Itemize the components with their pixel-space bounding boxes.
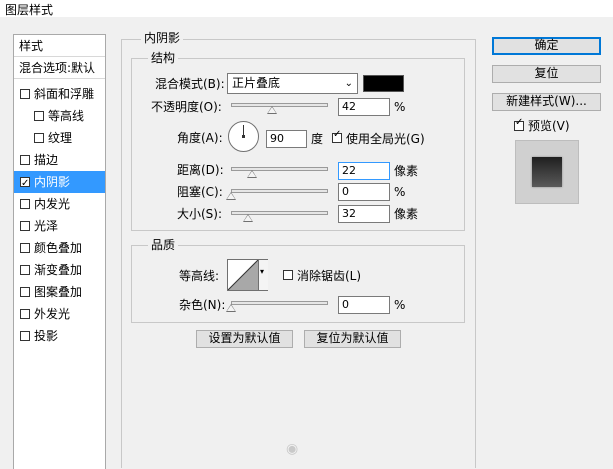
noise-slider[interactable] — [231, 301, 328, 305]
style-item-label: 斜面和浮雕 — [34, 87, 95, 101]
opacity-slider-thumb[interactable] — [266, 106, 277, 114]
ok-button[interactable]: 确定 — [492, 37, 601, 55]
blend-mode-label: 混合模式(B): — [155, 77, 225, 91]
size-slider-thumb[interactable] — [243, 214, 254, 222]
style-list-header[interactable]: 样式 — [14, 35, 105, 57]
size-input[interactable]: 32 — [338, 205, 390, 223]
style-item-label: 等高线 — [48, 109, 85, 123]
style-item-label: 投影 — [34, 329, 59, 343]
style-item-label: 纹理 — [48, 131, 73, 145]
preview-label: 预览(V) — [528, 119, 570, 133]
style-list-item[interactable]: 外发光 — [14, 303, 105, 325]
preview-checkbox[interactable] — [514, 117, 524, 131]
opacity-slider[interactable] — [231, 103, 328, 107]
style-list-item[interactable]: 描边 — [14, 149, 105, 171]
noise-label: 杂色(N): — [179, 298, 226, 312]
style-item-checkbox[interactable] — [34, 133, 44, 143]
angle-unit: 度 — [311, 132, 324, 146]
style-list-item[interactable]: 内阴影 — [14, 171, 105, 195]
angle-input[interactable]: 90 — [266, 130, 307, 148]
blend-options-item[interactable]: 混合选项:默认 — [14, 57, 105, 79]
style-item-checkbox[interactable] — [20, 155, 30, 165]
reset-default-button[interactable]: 复位为默认值 — [304, 330, 401, 348]
preview-swatch — [532, 157, 562, 187]
angle-label: 角度(A): — [177, 131, 223, 145]
style-item-label: 光泽 — [34, 219, 59, 233]
style-list-item[interactable]: 纹理 — [14, 127, 105, 149]
structure-title: 结构 — [148, 51, 179, 65]
opacity-input[interactable]: 42 — [338, 98, 390, 116]
window-title: 图层样式 — [5, 3, 54, 17]
style-item-label: 颜色叠加 — [34, 241, 83, 255]
contour-picker[interactable]: ▾ — [227, 259, 268, 291]
noise-slider-thumb[interactable] — [226, 304, 236, 312]
choke-slider-thumb[interactable] — [226, 192, 236, 200]
style-item-checkbox[interactable] — [20, 331, 30, 341]
title-bar: 图层样式 — [0, 0, 613, 17]
contour-dropdown[interactable]: ▾ — [258, 260, 268, 290]
chevron-down-icon: ▾ — [260, 267, 265, 276]
style-list-item[interactable]: 渐变叠加 — [14, 259, 105, 281]
angle-dial[interactable] — [228, 121, 259, 152]
choke-slider[interactable] — [231, 189, 328, 193]
style-item-label: 内阴影 — [34, 175, 71, 189]
style-item-label: 内发光 — [34, 197, 71, 211]
chevron-down-icon: ⌄ — [344, 78, 353, 89]
style-item-label: 渐变叠加 — [34, 263, 83, 277]
distance-slider[interactable] — [231, 167, 328, 171]
choke-unit: % — [394, 185, 406, 199]
distance-label: 距离(D): — [177, 163, 224, 177]
shadow-color-swatch[interactable] — [363, 75, 404, 92]
blend-mode-value: 正片叠底 — [232, 76, 281, 90]
distance-slider-thumb[interactable] — [247, 170, 258, 178]
style-list-item[interactable]: 等高线 — [14, 105, 105, 127]
new-style-button[interactable]: 新建样式(W)... — [492, 93, 601, 111]
choke-label: 阻塞(C): — [177, 185, 223, 199]
style-list-item[interactable]: 内发光 — [14, 193, 105, 215]
style-item-checkbox[interactable] — [20, 265, 30, 275]
size-label: 大小(S): — [177, 207, 223, 221]
reset-button[interactable]: 复位 — [492, 65, 601, 83]
style-list-item[interactable]: 投影 — [14, 325, 105, 347]
opacity-label: 不透明度(O): — [151, 100, 222, 114]
watermark-icon: ◉ — [286, 441, 299, 457]
style-list-item[interactable]: 斜面和浮雕 — [14, 83, 105, 105]
style-list-item[interactable]: 颜色叠加 — [14, 237, 105, 259]
antialias-label: 消除锯齿(L) — [297, 269, 362, 283]
style-item-checkbox[interactable] — [20, 243, 30, 253]
choke-input[interactable]: 0 — [338, 183, 390, 201]
style-preview — [515, 140, 579, 204]
style-item-label: 图案叠加 — [34, 285, 83, 299]
style-item-checkbox[interactable] — [34, 111, 44, 121]
inner-shadow-title: 内阴影 — [141, 31, 184, 45]
size-unit: 像素 — [394, 207, 419, 221]
global-light-label: 使用全局光(G) — [346, 132, 425, 146]
style-item-label: 描边 — [34, 153, 59, 167]
noise-input[interactable]: 0 — [338, 296, 390, 314]
contour-label: 等高线: — [179, 269, 220, 283]
style-item-label: 外发光 — [34, 307, 71, 321]
style-list-header-label: 样式 — [19, 39, 44, 53]
global-light-checkbox[interactable] — [332, 129, 342, 143]
opacity-unit: % — [394, 100, 406, 114]
angle-dial-center — [242, 135, 245, 138]
noise-unit: % — [394, 298, 406, 312]
style-item-checkbox[interactable] — [20, 221, 30, 231]
style-list: 样式 混合选项:默认 斜面和浮雕等高线纹理描边内阴影内发光光泽颜色叠加渐变叠加图… — [13, 34, 106, 469]
style-list-item[interactable]: 光泽 — [14, 215, 105, 237]
distance-unit: 像素 — [394, 164, 419, 178]
style-item-checkbox[interactable] — [20, 89, 30, 99]
contour-curve-icon — [228, 260, 259, 290]
quality-title: 品质 — [148, 238, 179, 252]
blend-mode-select[interactable]: 正片叠底 ⌄ — [227, 73, 358, 94]
style-list-item[interactable]: 图案叠加 — [14, 281, 105, 303]
distance-input[interactable]: 22 — [338, 162, 390, 180]
style-item-checkbox[interactable] — [20, 199, 30, 209]
style-item-checkbox[interactable] — [20, 173, 30, 195]
style-item-checkbox[interactable] — [20, 309, 30, 319]
antialias-checkbox[interactable] — [283, 270, 293, 280]
make-default-button[interactable]: 设置为默认值 — [196, 330, 293, 348]
blend-options-label: 混合选项:默认 — [19, 61, 96, 75]
style-item-checkbox[interactable] — [20, 287, 30, 297]
